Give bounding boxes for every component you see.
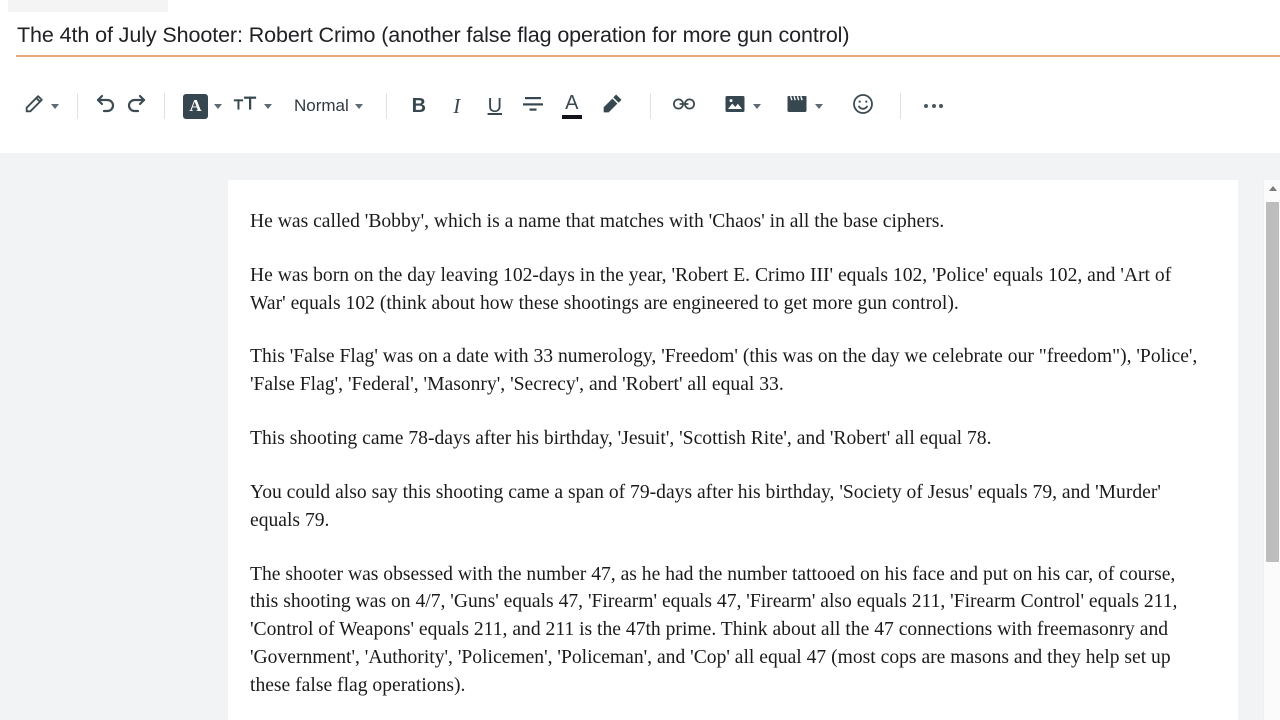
document-paragraph: This shooting came 78-days after his bir… xyxy=(250,428,992,450)
insert-link-button[interactable] xyxy=(664,86,704,126)
document-title[interactable]: The 4th of July Shooter: Robert Crimo (a… xyxy=(17,23,850,48)
scrollbar-thumb[interactable] xyxy=(1266,202,1279,562)
font-size-icon xyxy=(232,93,258,120)
underline-icon: U xyxy=(487,95,503,117)
formatting-toolbar: A Normal B I U A xyxy=(0,59,1280,153)
style-a-icon: A xyxy=(183,93,208,119)
font-size-button[interactable] xyxy=(227,86,277,126)
chevron-down-icon xyxy=(354,103,363,109)
document-paragraph: You could also say this shooting came a … xyxy=(250,481,1161,531)
underline-button[interactable]: U xyxy=(476,86,514,126)
more-options-button[interactable] xyxy=(914,86,954,126)
chevron-down-icon xyxy=(814,103,823,109)
clapperboard-icon xyxy=(785,92,809,121)
strikethrough-icon xyxy=(521,93,545,120)
chevron-down-icon xyxy=(51,103,59,109)
link-icon xyxy=(672,93,696,120)
document-paragraph: This 'False Flag' was on a date with 33 … xyxy=(250,346,1198,396)
style-a-letter: A xyxy=(189,96,202,115)
chevron-down-icon xyxy=(752,103,761,109)
text-color-icon: A xyxy=(561,92,582,119)
marker-pen-icon xyxy=(601,92,624,120)
text-color-button[interactable]: A xyxy=(552,86,592,126)
document-paragraph: He was born on the day leaving 102-days … xyxy=(250,264,1172,314)
toolbar-divider xyxy=(164,93,165,119)
text-style-select[interactable]: Normal xyxy=(289,86,368,126)
text-color-swatch xyxy=(561,115,582,119)
browser-tabstrip: Hide xyxy=(0,0,1280,12)
undo-arrow-icon xyxy=(94,92,118,121)
editor-canvas: He was called 'Bobby', which is a name t… xyxy=(0,153,1280,720)
document-page[interactable]: He was called 'Bobby', which is a name t… xyxy=(228,180,1238,720)
strikethrough-button[interactable] xyxy=(514,86,552,126)
redo-arrow-icon xyxy=(124,92,148,121)
chevron-down-icon xyxy=(264,103,272,109)
ellipsis-icon xyxy=(924,104,944,108)
paragraph-style-button[interactable]: A xyxy=(178,86,227,126)
highlight-button[interactable] xyxy=(592,86,634,126)
document-body[interactable]: He was called 'Bobby', which is a name t… xyxy=(228,180,1238,700)
title-underline-divider xyxy=(16,55,1280,57)
italic-icon: I xyxy=(453,93,461,118)
bold-icon: B xyxy=(411,95,427,117)
image-icon xyxy=(723,92,747,121)
insert-emoji-button[interactable] xyxy=(842,86,884,126)
chevron-down-icon xyxy=(214,103,222,109)
toolbar-divider xyxy=(385,93,387,119)
text-style-select-value: Normal xyxy=(294,96,349,115)
bold-button[interactable]: B xyxy=(400,86,438,126)
pencil-icon xyxy=(23,93,45,120)
document-paragraph: The shooter was obsessed with the number… xyxy=(250,563,1178,696)
toolbar-divider xyxy=(77,93,78,119)
pencil-tool-button[interactable] xyxy=(18,86,64,126)
title-row: The 4th of July Shooter: Robert Crimo (a… xyxy=(0,12,1280,59)
document-editor-window: Hide The 4th of July Shooter: Robert Cri… xyxy=(0,0,1280,720)
scroll-up-arrow-icon[interactable] xyxy=(1264,180,1280,197)
italic-button[interactable]: I xyxy=(438,86,476,126)
vertical-scrollbar[interactable] xyxy=(1263,180,1280,720)
insert-image-button[interactable] xyxy=(718,86,766,126)
text-color-letter: A xyxy=(565,92,579,114)
document-paragraph: He was called 'Bobby', which is a name t… xyxy=(250,211,945,232)
browser-tab-label: Hide xyxy=(20,0,43,3)
smiley-face-icon xyxy=(851,92,875,121)
insert-video-button[interactable] xyxy=(780,86,828,126)
redo-button[interactable] xyxy=(121,86,151,126)
toolbar-divider xyxy=(899,93,901,119)
toolbar-divider xyxy=(649,93,651,119)
undo-button[interactable] xyxy=(91,86,121,126)
